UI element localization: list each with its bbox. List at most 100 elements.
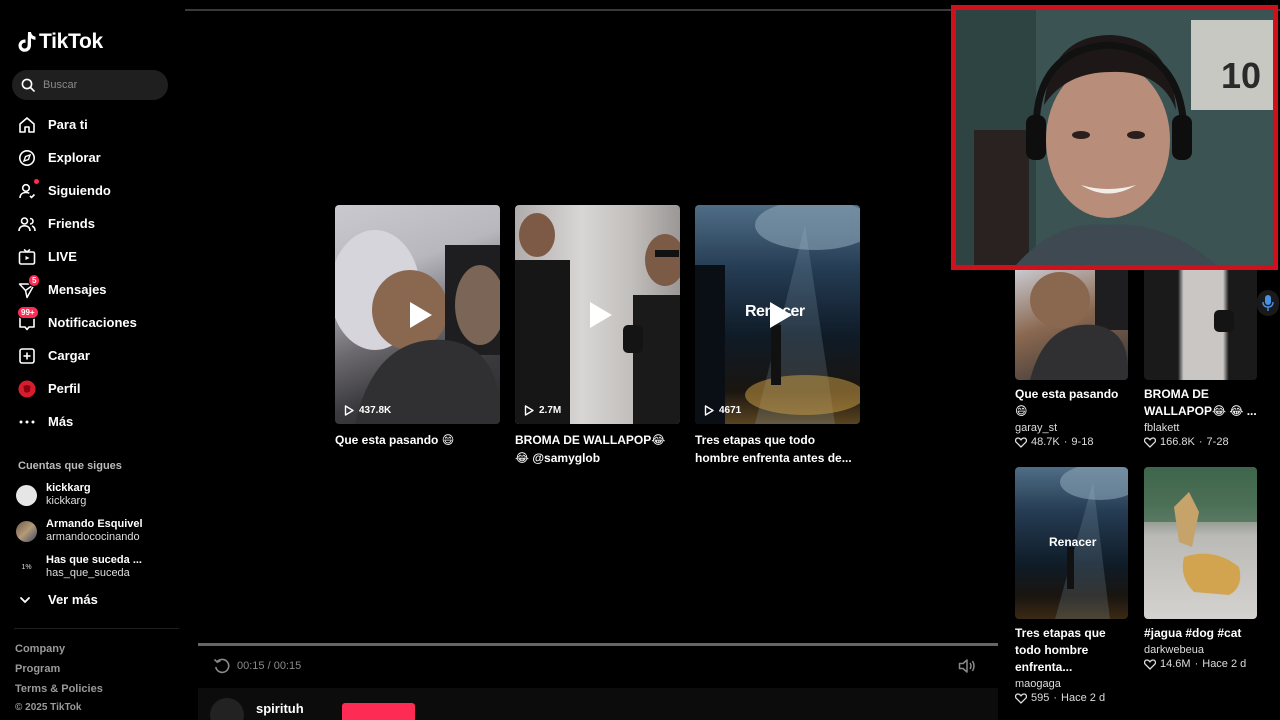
more-icon bbox=[18, 413, 36, 431]
video-thumbnail[interactable]: 437.8K bbox=[335, 205, 500, 424]
nav-item-explorar[interactable]: Explorar bbox=[0, 141, 185, 174]
nav-label: LIVE bbox=[48, 249, 77, 264]
like-count: 166.8K bbox=[1160, 436, 1195, 448]
author-name[interactable]: darkwebeua bbox=[1144, 644, 1257, 656]
video-thumbnail[interactable] bbox=[1144, 270, 1257, 380]
tiktok-logo[interactable]: TikTok bbox=[17, 30, 103, 54]
messages-badge: 5 bbox=[28, 273, 41, 287]
upload-icon bbox=[18, 347, 36, 365]
video-thumbnail[interactable]: Renacer 4671 bbox=[695, 205, 860, 424]
video-thumbnail[interactable] bbox=[1144, 467, 1257, 619]
volume-icon[interactable] bbox=[958, 658, 976, 674]
search-bar[interactable] bbox=[12, 70, 168, 100]
related-video-card[interactable]: Que esta pasando 😄 garay_st 48.7K · 9-18 bbox=[1015, 270, 1128, 448]
author-name[interactable]: garay_st bbox=[1015, 422, 1128, 434]
video-stats: 48.7K · 9-18 bbox=[1015, 436, 1128, 448]
nav-label: Siguiendo bbox=[48, 183, 111, 198]
sidebar: TikTok Para ti Explorar Siguiendo bbox=[0, 0, 185, 720]
video-title[interactable]: Que esta pasando 😄 bbox=[335, 431, 500, 449]
nav-item-para-ti[interactable]: Para ti bbox=[0, 108, 185, 141]
video-card[interactable]: 2.7M BROMA DE WALLAPOP😂 😂 @samyglob bbox=[515, 205, 680, 467]
avatar bbox=[16, 484, 37, 506]
playback-time: 00:15 / 00:15 bbox=[237, 660, 302, 672]
search-icon bbox=[21, 78, 35, 92]
nav-item-cargar[interactable]: Cargar bbox=[0, 339, 185, 372]
like-count: 595 bbox=[1031, 692, 1050, 704]
view-count: 437.8K bbox=[344, 405, 391, 416]
view-count-value: 437.8K bbox=[359, 405, 392, 416]
play-icon bbox=[409, 301, 432, 328]
chevron-down-icon bbox=[20, 596, 30, 603]
play-outline-icon bbox=[344, 405, 354, 416]
video-thumbnail[interactable]: Renacer bbox=[1015, 467, 1128, 619]
related-video-card[interactable]: #jagua #dog #cat darkwebeua 14.6M · Hace… bbox=[1144, 467, 1257, 670]
nav-label: Más bbox=[48, 414, 74, 429]
avatar[interactable] bbox=[210, 698, 244, 720]
video-progress-bar[interactable] bbox=[198, 643, 998, 646]
brand-name: TikTok bbox=[39, 30, 103, 53]
see-more-button[interactable]: Ver más bbox=[18, 592, 98, 607]
nav-item-notificaciones[interactable]: 99+ Notificaciones bbox=[0, 305, 185, 339]
heart-icon bbox=[1144, 658, 1156, 670]
video-title: BROMA DE WALLAPOP😂 😂 ... bbox=[1144, 387, 1257, 418]
video-thumbnail[interactable]: 2.7M bbox=[515, 205, 680, 424]
new-content-dot bbox=[34, 178, 39, 184]
footer-link-program[interactable]: Program bbox=[15, 663, 60, 675]
following-account[interactable]: kickkarg kickkarg bbox=[16, 482, 91, 508]
related-video-card[interactable]: Renacer Tres etapas que todo hombre enfr… bbox=[1015, 467, 1128, 704]
video-stats: 595 · Hace 2 d bbox=[1015, 692, 1128, 704]
post-date: Hace 2 d bbox=[1202, 658, 1247, 670]
nav-item-mensajes[interactable]: 5 Mensajes bbox=[0, 273, 185, 306]
play-icon bbox=[769, 301, 792, 328]
friends-icon bbox=[18, 215, 36, 233]
video-thumbnail[interactable] bbox=[1015, 270, 1128, 380]
nav-label: Perfil bbox=[48, 381, 81, 396]
nav-item-siguiendo[interactable]: Siguiendo bbox=[0, 174, 185, 207]
nav-item-mas[interactable]: Más bbox=[0, 405, 185, 438]
footer-link-terms[interactable]: Terms & Policies bbox=[15, 683, 103, 695]
heart-icon bbox=[1015, 692, 1027, 704]
nav-item-live[interactable]: LIVE bbox=[0, 240, 185, 273]
author-name[interactable]: fblakett bbox=[1144, 422, 1257, 434]
separator: · bbox=[1198, 436, 1203, 448]
home-icon bbox=[18, 116, 36, 134]
view-count-value: 4671 bbox=[719, 405, 742, 416]
related-video-card[interactable]: BROMA DE WALLAPOP😂 😂 ... fblakett 166.8K… bbox=[1144, 270, 1257, 448]
search-input[interactable] bbox=[43, 79, 153, 91]
post-date: 9-18 bbox=[1071, 436, 1094, 448]
notifications-badge: 99+ bbox=[17, 305, 39, 319]
main-nav: Para ti Explorar Siguiendo Friends LIVE … bbox=[0, 108, 185, 438]
separator: · bbox=[1194, 658, 1199, 670]
following-account[interactable]: Armando Esquivel armandococinando bbox=[16, 518, 143, 544]
nav-label: Notificaciones bbox=[48, 315, 137, 330]
profile-avatar-icon bbox=[18, 379, 36, 398]
video-title: #jagua #dog #cat bbox=[1144, 626, 1242, 640]
author-name[interactable]: maogaga bbox=[1015, 678, 1128, 690]
like-count: 14.6M bbox=[1160, 658, 1191, 670]
video-title: Que esta pasando 😄 bbox=[1015, 387, 1119, 418]
account-name: Has que suceda ... bbox=[46, 554, 142, 566]
nav-label: Explorar bbox=[48, 150, 101, 165]
video-title[interactable]: BROMA DE WALLAPOP😂 😂 @samyglob bbox=[515, 431, 680, 467]
footer-link-company[interactable]: Company bbox=[15, 643, 65, 655]
follow-button[interactable] bbox=[342, 703, 415, 720]
video-title[interactable]: Tres etapas que todo hombre enfrenta ant… bbox=[695, 431, 860, 467]
avatar-text: 1% bbox=[21, 563, 32, 571]
video-card[interactable]: Renacer 4671 Tres etapas que todo hombre… bbox=[695, 205, 860, 467]
svg-text:10: 10 bbox=[1221, 55, 1261, 96]
following-account[interactable]: 1% Has que suceda ... has_que_suceda bbox=[16, 554, 142, 580]
messages-icon: 5 bbox=[18, 273, 41, 299]
video-stats: 166.8K · 7-28 bbox=[1144, 436, 1257, 448]
view-count: 2.7M bbox=[524, 405, 561, 416]
separator: · bbox=[1063, 436, 1068, 448]
following-icon bbox=[18, 178, 39, 200]
nav-item-perfil[interactable]: Perfil bbox=[0, 372, 185, 405]
compass-icon bbox=[18, 149, 36, 167]
account-handle: armandococinando bbox=[46, 531, 140, 543]
microphone-icon[interactable] bbox=[1257, 290, 1279, 316]
video-card[interactable]: 437.8K Que esta pasando 😄 bbox=[335, 205, 500, 449]
nav-item-friends[interactable]: Friends bbox=[0, 207, 185, 240]
video-title: Tres etapas que todo hombre enfrenta... bbox=[1015, 626, 1106, 674]
author-name[interactable]: spirituh bbox=[256, 701, 304, 716]
replay-icon[interactable] bbox=[213, 657, 231, 675]
